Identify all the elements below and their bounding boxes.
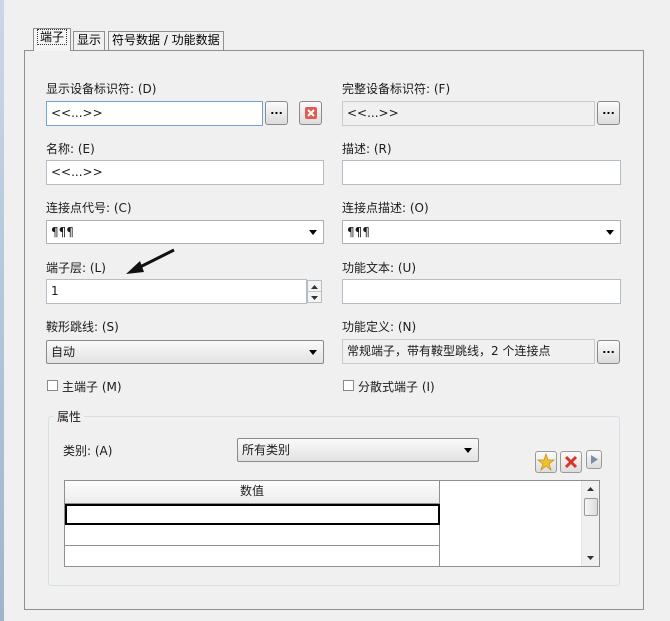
display-id-delete-button[interactable] [299,101,322,125]
function-def-browse-button[interactable]: ... [597,340,620,364]
function-def-label: 功能定义: (N) [342,320,417,334]
table-row[interactable] [65,525,440,546]
tab-display-label: 显示 [77,33,102,47]
connection-code-combo[interactable]: ¶¶¶ [46,220,324,244]
tab-terminal-label: 端子 [37,29,68,45]
table-row[interactable] [65,504,440,525]
function-def-input[interactable]: 常规端子，带有鞍型跳线，2 个连接点 [342,339,595,364]
main-terminal-label: 主端子 (M) [62,380,122,394]
play-arrow-icon [591,455,598,464]
scroll-thumb[interactable] [584,498,598,516]
delete-property-button[interactable] [560,451,582,473]
distributed-terminal-label: 分散式端子 (I) [358,380,435,394]
dropdown-arrow-icon [606,230,614,235]
category-label: 类别: (A) [63,444,113,458]
spin-up-icon[interactable] [308,281,321,292]
connection-desc-combo[interactable]: ¶¶¶ [342,220,621,244]
pointer-arrow-icon [126,248,175,274]
properties-grid[interactable]: 数值 [64,480,600,567]
full-id-input[interactable]: <<...>> [342,101,595,126]
display-id-label: 显示设备标识符: (D) [46,82,157,96]
connection-desc-value: ¶¶¶ [347,225,370,239]
saddle-jumper-label: 鞍形跳线: (S) [46,320,119,334]
connection-code-label: 连接点代号: (C) [46,201,132,215]
tab-symbol-function-data-label: 符号数据 / 功能数据 [112,33,220,47]
grid-header-value[interactable]: 数值 [65,481,440,504]
description-label: 描述: (R) [342,142,392,156]
spin-down-icon[interactable] [308,292,321,302]
scroll-up-icon[interactable] [582,482,599,496]
new-star-icon [536,452,556,472]
terminal-level-spinner[interactable] [307,280,322,303]
function-text-input[interactable] [342,279,621,304]
category-value: 所有类别 [242,443,291,457]
connection-code-value: ¶¶¶ [51,225,74,239]
tab-terminal[interactable]: 端子 [33,28,72,51]
grid-scrollbar[interactable] [581,481,599,566]
display-id-browse-button[interactable]: ... [265,101,288,125]
move-property-button[interactable] [586,450,602,469]
dropdown-arrow-icon [309,230,317,235]
saddle-jumper-combo[interactable]: 自动 [46,340,324,364]
name-input[interactable]: <<...>> [46,160,324,185]
saddle-jumper-value: 自动 [51,345,76,359]
properties-group-title: 属性 [54,408,85,425]
dropdown-arrow-icon [464,448,472,453]
description-input[interactable] [342,160,621,185]
full-id-label: 完整设备标识符: (F) [342,82,451,96]
name-label: 名称: (E) [46,142,95,156]
table-row[interactable] [65,546,440,566]
dropdown-arrow-icon [309,350,317,355]
connection-desc-label: 连接点描述: (O) [342,201,429,215]
category-combo[interactable]: 所有类别 [237,438,479,462]
terminal-level-input[interactable]: 1 [46,279,307,304]
delete-icon [564,455,578,469]
tab-symbol-function-data[interactable]: 符号数据 / 功能数据 [108,31,224,50]
delete-icon [304,107,317,119]
main-terminal-checkbox[interactable] [47,380,58,391]
distributed-terminal-checkbox[interactable] [343,380,354,391]
tab-display[interactable]: 显示 [73,31,106,50]
display-id-input[interactable]: <<...>> [46,101,263,126]
new-property-button[interactable] [535,451,557,473]
scroll-down-icon[interactable] [582,551,599,565]
terminal-level-label: 端子层: (L) [46,261,106,275]
function-text-label: 功能文本: (U) [342,261,417,275]
full-id-browse-button[interactable]: ... [597,101,620,125]
